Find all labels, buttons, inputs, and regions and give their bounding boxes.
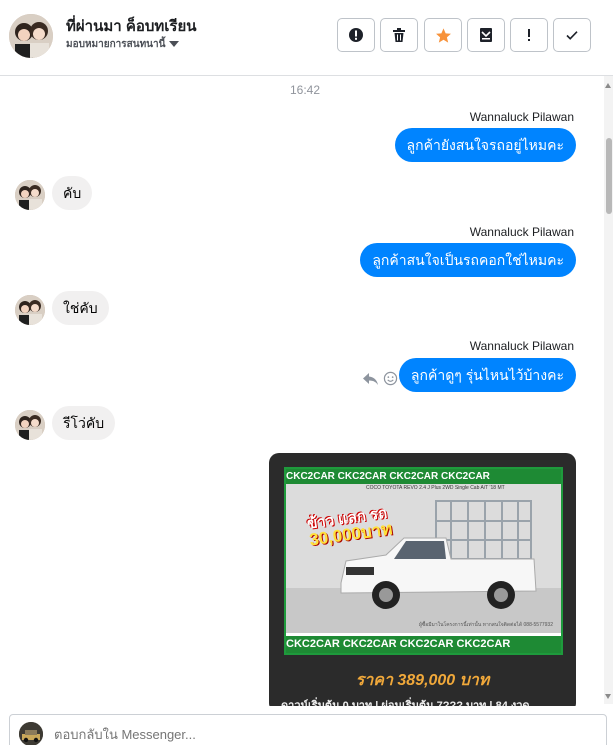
- incoming-message[interactable]: คับ: [52, 176, 93, 210]
- reply-composer[interactable]: [9, 714, 607, 745]
- mark-done-button[interactable]: [553, 18, 591, 52]
- archive-icon: [480, 28, 492, 42]
- ad-brand-strip-bottom: CKC2CAR CKC2CAR CKC2CAR CKC2CAR: [286, 636, 561, 653]
- ad-price-detail: ดาวน์เริ่มต้น 0 บาท | ผ่อนเริ่มต้น 7??? …: [281, 700, 530, 706]
- scrollbar-thumb[interactable]: [606, 138, 612, 214]
- delete-button[interactable]: [380, 18, 418, 52]
- archive-button[interactable]: [467, 18, 505, 52]
- reply-input[interactable]: [54, 727, 454, 742]
- contact-avatar[interactable]: [9, 14, 53, 58]
- incoming-message[interactable]: ใช่คับ: [52, 291, 109, 325]
- message-timestamp: 16:42: [289, 83, 321, 97]
- contact-name[interactable]: ที่ผ่านมา ค็อบทเรียน: [66, 14, 197, 38]
- outgoing-message[interactable]: ลูกค้าสนใจเป็นรถคอกใช่ไหมคะ: [360, 243, 576, 277]
- assign-conversation-label: มอบหมายการสนทนานี้: [66, 39, 166, 50]
- image-attachment[interactable]: CKC2CAR CKC2CAR CKC2CAR CKC2CAR COCO TOY…: [269, 453, 576, 706]
- reply-icon[interactable]: [362, 372, 379, 386]
- star-button[interactable]: [424, 18, 462, 52]
- exclamation-icon: [528, 29, 530, 41]
- page-avatar: [19, 722, 43, 745]
- sender-name: Wannaluck Pilawan: [469, 339, 574, 353]
- message-actions: [362, 371, 398, 386]
- mark-important-button[interactable]: [510, 18, 548, 52]
- sender-name: Wannaluck Pilawan: [469, 225, 574, 239]
- conversation-header: ที่ผ่านมา ค็อบทเรียน มอบหมายการสนทนานี้: [0, 0, 613, 76]
- contact-avatar-small: [15, 410, 45, 440]
- mark-spam-button[interactable]: [337, 18, 375, 52]
- alert-circle-icon: [349, 28, 363, 42]
- outgoing-message[interactable]: ลูกค้ายังสนใจรถอยู่ไหมคะ: [394, 128, 576, 162]
- ad-contact-note: ผู้ซื้อมีมาในโครงการนี้เท่านั้น หากสนใจต…: [418, 622, 553, 628]
- message-thread[interactable]: 16:42 Wannaluck Pilawan ลูกค้ายังสนใจรถอ…: [0, 76, 604, 706]
- car-advertisement-image: CKC2CAR CKC2CAR CKC2CAR CKC2CAR COCO TOY…: [284, 467, 563, 655]
- star-icon: [435, 27, 451, 43]
- outgoing-message[interactable]: ลูกค้าดูๆ รุ่นไหนไว้บ้างคะ: [398, 358, 576, 392]
- trash-icon: [393, 28, 405, 42]
- scroll-up-arrow-icon[interactable]: [605, 83, 611, 88]
- contact-avatar-small: [15, 295, 45, 325]
- ad-car-info: COCO TOYOTA REVO 2.4 J Plus 2WD Single C…: [366, 485, 505, 491]
- caret-down-icon: [169, 41, 180, 48]
- ad-price: ราคา 389,000 บาท: [355, 672, 490, 689]
- assign-conversation-dropdown[interactable]: มอบหมายการสนทนานี้: [66, 37, 180, 52]
- sender-name: Wannaluck Pilawan: [469, 110, 574, 124]
- check-icon: [566, 31, 578, 40]
- incoming-message[interactable]: รีโว่คับ: [52, 406, 116, 440]
- scroll-down-arrow-icon[interactable]: [605, 694, 611, 699]
- thread-scrollbar[interactable]: [604, 76, 613, 704]
- contact-avatar-small: [15, 180, 45, 210]
- car-photo: [286, 483, 561, 633]
- ad-brand-strip-top: CKC2CAR CKC2CAR CKC2CAR CKC2CAR: [286, 469, 561, 484]
- emoji-reaction-icon[interactable]: [383, 371, 398, 386]
